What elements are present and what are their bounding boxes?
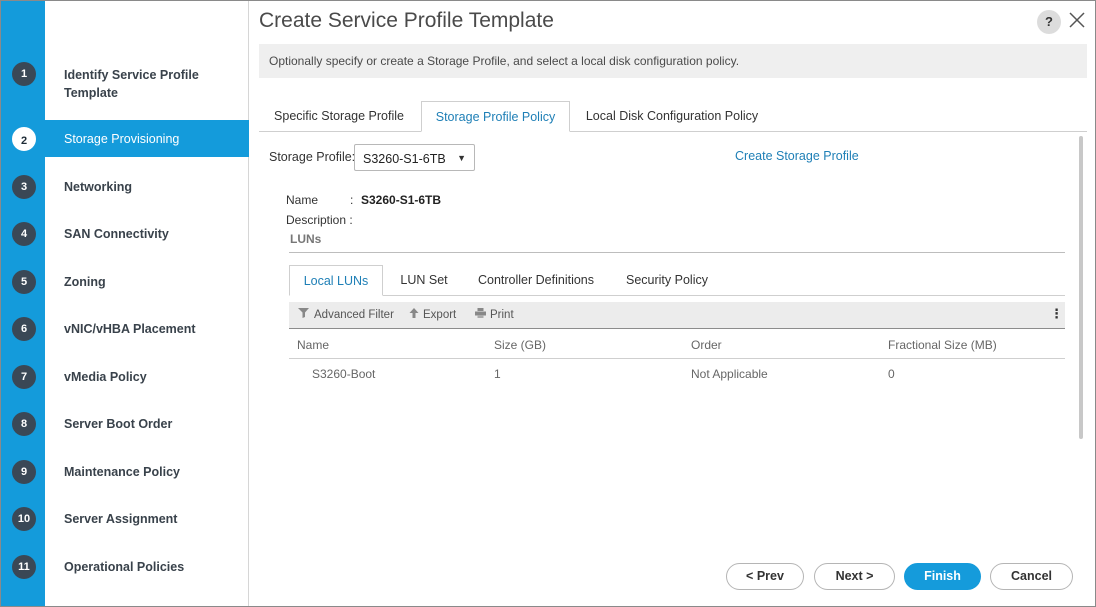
tab-storage-profile-policy[interactable]: Storage Profile Policy <box>421 101 570 132</box>
print-button[interactable]: Print <box>475 308 514 321</box>
lun-tabs: Local LUNs LUN Set Controller Definition… <box>289 265 1065 296</box>
storage-profile-label: Storage Profile: <box>269 150 356 164</box>
close-icon[interactable] <box>1067 9 1087 31</box>
prev-button[interactable]: < Prev <box>726 563 804 590</box>
cell-fractional-size: 0 <box>888 367 895 381</box>
column-header-name[interactable]: Name <box>297 338 329 352</box>
step-number: 11 <box>12 555 36 579</box>
tab-security-policy[interactable]: Security Policy <box>617 265 717 296</box>
step-label: Storage Provisioning <box>64 132 180 146</box>
name-label: Name <box>286 193 319 207</box>
step-number: 3 <box>12 175 36 199</box>
dialog-window: 1 Identify Service Profile Template 2 St… <box>0 0 1096 607</box>
cell-size: 1 <box>494 367 501 381</box>
description-label: Description : <box>286 213 353 227</box>
export-icon <box>409 308 419 321</box>
step-number: 4 <box>12 222 36 246</box>
dialog-title: Create Service Profile Template <box>259 9 554 32</box>
step-number: 9 <box>12 460 36 484</box>
step-operational-policies[interactable]: 11 Operational Policies <box>1 549 249 585</box>
column-header-size[interactable]: Size (GB) <box>494 338 546 352</box>
tab-local-luns[interactable]: Local LUNs <box>289 265 383 296</box>
step-vnic-vhba-placement[interactable]: 6 vNIC/vHBA Placement <box>1 311 249 347</box>
cancel-button[interactable]: Cancel <box>990 563 1073 590</box>
export-button[interactable]: Export <box>409 308 456 321</box>
step-number: 8 <box>12 412 36 436</box>
step-label: Operational Policies <box>64 560 185 574</box>
tab-controller-definitions[interactable]: Controller Definitions <box>471 265 601 296</box>
help-icon[interactable]: ? <box>1037 10 1061 34</box>
step-number: 2 <box>12 127 36 151</box>
step-server-boot-order[interactable]: 8 Server Boot Order <box>1 406 249 442</box>
step-number: 5 <box>12 270 36 294</box>
print-icon <box>475 308 486 321</box>
step-label: Server Boot Order <box>64 417 173 431</box>
step-san-connectivity[interactable]: 4 SAN Connectivity <box>1 216 249 252</box>
tab-specific-storage-profile[interactable]: Specific Storage Profile <box>259 101 419 132</box>
step-storage-provisioning[interactable]: 2 Storage Provisioning <box>1 120 249 157</box>
step-label: Maintenance Policy <box>64 465 181 479</box>
step-server-assignment[interactable]: 10 Server Assignment <box>1 501 249 537</box>
column-options-icon[interactable]: ⋮ <box>1050 306 1063 322</box>
name-value: S3260-S1-6TB <box>361 193 442 207</box>
column-header-order[interactable]: Order <box>691 338 722 352</box>
step-number: 1 <box>12 62 36 86</box>
step-label: Zoning <box>64 275 106 289</box>
table-header: Name Size (GB) Order Fractional Size (MB… <box>289 328 1065 359</box>
step-number: 10 <box>12 507 36 531</box>
divider <box>289 252 1065 253</box>
vertical-scrollbar[interactable] <box>1079 136 1083 439</box>
step-label: vMedia Policy <box>64 370 147 384</box>
step-label: SAN Connectivity <box>64 227 169 241</box>
step-networking[interactable]: 3 Networking <box>1 169 249 205</box>
step-zoning[interactable]: 5 Zoning <box>1 264 249 300</box>
step-label: Identify Service Profile Template <box>64 68 199 100</box>
step-identify-template[interactable]: 1 Identify Service Profile Template <box>1 55 249 100</box>
step-number: 7 <box>12 365 36 389</box>
luns-section-title: LUNs <box>290 232 322 246</box>
finish-button[interactable]: Finish <box>904 563 981 590</box>
table-toolbar: Advanced Filter Export Print ⋮ <box>289 302 1065 328</box>
step-label: vNIC/vHBA Placement <box>64 322 196 336</box>
cell-name: S3260-Boot <box>312 367 376 381</box>
column-header-fractional-size[interactable]: Fractional Size (MB) <box>888 338 997 352</box>
instructions-banner: Optionally specify or create a Storage P… <box>259 44 1087 78</box>
close-x-glyph <box>1069 12 1085 28</box>
step-label: Networking <box>64 180 133 194</box>
wizard-steps: 1 Identify Service Profile Template 2 St… <box>1 1 249 606</box>
create-storage-profile-link[interactable]: Create Storage Profile <box>735 149 859 163</box>
step-maintenance-policy[interactable]: 9 Maintenance Policy <box>1 454 249 490</box>
tab-local-disk-configuration-policy[interactable]: Local Disk Configuration Policy <box>577 101 767 132</box>
cell-order: Not Applicable <box>691 367 768 381</box>
next-button[interactable]: Next > <box>814 563 895 590</box>
step-vmedia-policy[interactable]: 7 vMedia Policy <box>1 359 249 395</box>
name-separator: : <box>350 193 354 207</box>
tab-lun-set[interactable]: LUN Set <box>391 265 457 296</box>
table-row[interactable]: S3260-Boot 1 Not Applicable 0 <box>289 359 1065 389</box>
caret-down-icon: ▼ <box>457 153 466 163</box>
step-number: 6 <box>12 317 36 341</box>
advanced-filter-button[interactable]: Advanced Filter <box>298 308 394 321</box>
storage-tabs: Specific Storage Profile Storage Profile… <box>259 101 1087 132</box>
storage-profile-select[interactable]: S3260-S1-6TB ▼ <box>354 144 475 171</box>
step-label: Server Assignment <box>64 512 178 526</box>
filter-icon <box>298 308 310 321</box>
storage-profile-selected: S3260-S1-6TB <box>363 152 446 166</box>
